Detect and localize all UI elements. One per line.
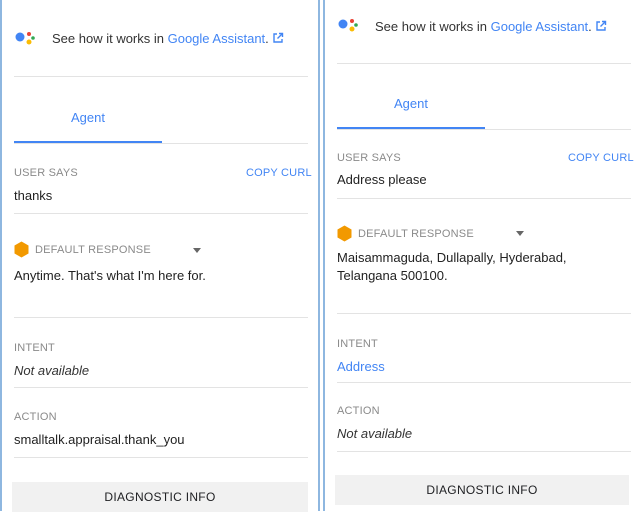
tab-divider — [337, 129, 631, 130]
intent-divider — [337, 382, 631, 383]
action-divider — [14, 457, 308, 458]
external-link-icon[interactable] — [595, 20, 607, 32]
copy-curl-link[interactable]: COPY CURL — [568, 152, 634, 164]
assistant-header-suffix: . — [265, 31, 269, 46]
tab-agent[interactable]: Agent — [14, 110, 162, 125]
google-assistant-icon — [15, 32, 35, 45]
header-divider — [14, 76, 308, 77]
default-response-label: DEFAULT RESPONSE — [35, 243, 151, 256]
user-says-divider — [14, 213, 308, 214]
chevron-down-icon[interactable] — [193, 248, 201, 253]
response-divider — [14, 317, 308, 318]
action-label: ACTION — [337, 405, 380, 417]
assistant-header-prefix: See how it works in — [375, 19, 491, 34]
user-says-value: Address please — [337, 172, 427, 187]
default-response-icon — [337, 225, 352, 242]
google-assistant-icon — [338, 19, 358, 32]
response-text: Anytime. That's what I'm here for. — [14, 268, 206, 283]
diagnostic-info-button[interactable]: DIAGNOSTIC INFO — [335, 475, 629, 505]
chevron-down-icon[interactable] — [516, 231, 524, 236]
tab-agent[interactable]: Agent — [337, 96, 485, 111]
intent-value-link[interactable]: Address — [337, 359, 385, 374]
assistant-header-suffix: . — [588, 19, 592, 34]
default-response-header[interactable]: DEFAULT RESPONSE — [337, 225, 474, 242]
intent-label: INTENT — [337, 338, 378, 350]
assistant-header: See how it works in Google Assistant. — [375, 19, 607, 34]
user-says-divider — [337, 198, 631, 199]
assistant-header: See how it works in Google Assistant. — [52, 31, 284, 46]
user-says-label: USER SAYS — [337, 152, 401, 164]
user-says-label: USER SAYS — [14, 167, 78, 179]
external-link-icon[interactable] — [272, 32, 284, 44]
intent-label: INTENT — [14, 342, 55, 354]
left-simulator-panel: See how it works in Google Assistant. Ag… — [0, 0, 320, 512]
intent-divider — [14, 387, 308, 388]
action-value: Not available — [337, 426, 413, 441]
diagnostic-info-button[interactable]: DIAGNOSTIC INFO — [12, 482, 308, 512]
assistant-header-prefix: See how it works in — [52, 31, 168, 46]
copy-curl-link[interactable]: COPY CURL — [246, 167, 312, 179]
response-text-line2: Telangana 500100. — [337, 268, 448, 283]
action-label: ACTION — [14, 411, 57, 423]
tab-divider — [14, 143, 308, 144]
right-simulator-panel: See how it works in Google Assistant. Ag… — [323, 0, 644, 511]
default-response-header[interactable]: DEFAULT RESPONSE — [14, 241, 151, 258]
response-divider — [337, 313, 631, 314]
header-divider — [337, 63, 631, 64]
google-assistant-link[interactable]: Google Assistant — [491, 19, 589, 34]
intent-value: Not available — [14, 363, 90, 378]
google-assistant-link[interactable]: Google Assistant — [168, 31, 266, 46]
default-response-icon — [14, 241, 29, 258]
action-divider — [337, 451, 631, 452]
action-value: smalltalk.appraisal.thank_you — [14, 432, 185, 447]
default-response-label: DEFAULT RESPONSE — [358, 227, 474, 240]
user-says-value: thanks — [14, 188, 53, 203]
response-text-line1: Maisammaguda, Dullapally, Hyderabad, — [337, 250, 567, 265]
